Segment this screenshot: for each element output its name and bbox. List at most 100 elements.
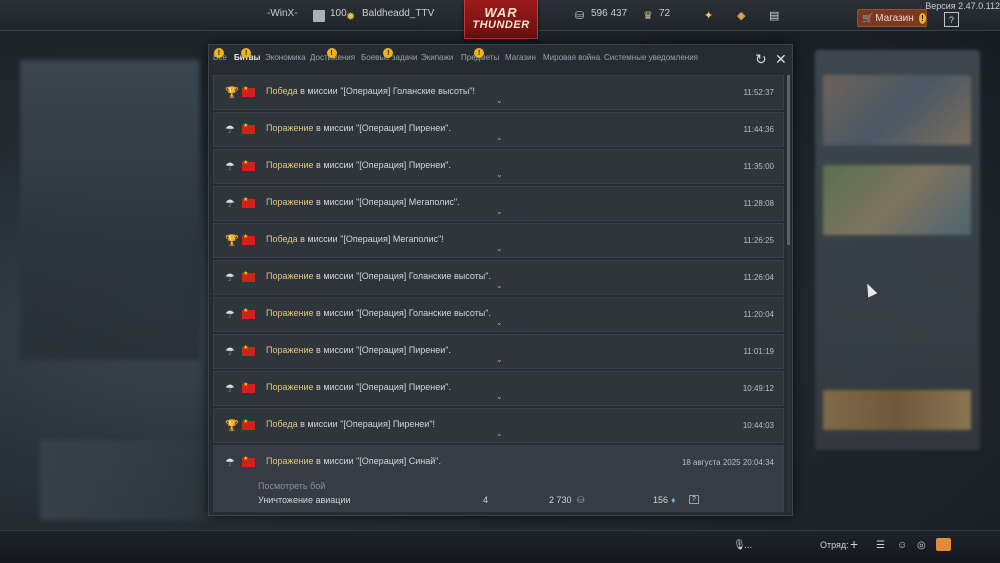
chat-icon[interactable]: ◎ [917,540,926,551]
help-button[interactable]: ? [944,12,959,27]
battle-time: 11:44:36 [743,125,774,134]
battle-result: Поражение [266,160,314,170]
mission-name: "[Операция] Голанские высоты". [356,308,491,318]
battle-message: Поражение в миссии "[Операция] Пиренеи". [266,345,451,355]
parachute-icon: ☂ [225,161,235,173]
mission-name: "[Операция] Мегаполис". [356,197,460,207]
battle-time: 11:26:04 [743,273,774,282]
chevron-down-icon[interactable]: ⌄ [496,244,503,253]
chevron-down-icon[interactable]: ⌄ [496,355,503,364]
contacts-icon[interactable]: ☺ [897,540,907,551]
stat-silver: 2 730 [549,495,572,505]
refresh-icon[interactable]: ↻ [755,51,767,68]
battle-message: Поражение в миссии "[Операция] Голанские… [266,271,491,281]
chevron-down-icon[interactable]: ⌄ [496,318,503,327]
battle-notification-row[interactable]: ☂ Поражение в миссии "[Операция] Пиренеи"… [213,112,784,147]
tab-3[interactable]: Достижения! [310,48,355,62]
trophy-icon: 🏆 [225,235,239,247]
tab-1[interactable]: Битвы! [234,48,260,62]
tab-6[interactable]: Предметы! [461,48,499,62]
bottom-bar: 🎙 ... Отряд: + ☰ ☺ ◎ [0,530,1000,563]
mission-name: "[Операция] Пиренеи". [356,123,451,133]
tab-8[interactable]: Мировая война [543,53,600,62]
lightbulb-icon[interactable]: ✦ [704,9,713,22]
stat-help-button[interactable]: ? [689,495,699,504]
china-flag-icon [242,159,255,171]
battle-time: 11:52:37 [743,88,774,97]
battle-notification-row[interactable]: 🏆 Победа в миссии "[Операция] Голанские в… [213,75,784,110]
tab-label: Мировая война [543,53,601,62]
tab-7[interactable]: Магазин [505,53,536,62]
chevron-down-icon[interactable]: ⌄ [496,392,503,401]
battle-time: 18 августа 2025 20:04:34 [681,458,774,467]
gold-balance: 72 [659,8,671,19]
battle-notification-row[interactable]: ☂ Поражение в миссии "[Операция] Пиренеи"… [213,149,784,184]
mission-name: "[Операция] Пиренеи". [356,382,451,392]
mission-word: в миссии [316,382,354,392]
war-thunder-logo[interactable]: WAR THUNDER [464,0,538,39]
mission-word: в миссии [316,160,354,170]
chevron-down-icon[interactable]: ⌄ [496,207,503,216]
battle-notification-row[interactable]: ☂ Поражение в миссии "[Операция] Пиренеи"… [213,371,784,406]
battle-notification-row[interactable]: ☂ Поражение в миссии "[Операция] Синай". 1… [213,445,784,512]
background-right-panel [815,50,980,450]
battle-result: Поражение [266,271,314,281]
scrollbar[interactable] [787,75,790,512]
tab-label: Магазин [505,53,536,62]
ticket-icon[interactable]: ▤ [769,9,779,22]
battle-notification-row[interactable]: ☂ Поражение в миссии "[Операция] Голански… [213,260,784,295]
battle-notification-row[interactable]: ☂ Поражение в миссии "[Операция] Пиренеи"… [213,334,784,369]
username[interactable]: Baldheadd_TTV [362,8,434,19]
battle-notification-row[interactable]: 🏆 Победа в миссии "[Операция] Мегаполис"!… [213,223,784,258]
tab-4[interactable]: Боевые задачи! [361,48,418,62]
mission-word: в миссии [300,86,338,96]
battle-result: Поражение [266,123,314,133]
stat-count: 4 [483,495,489,505]
tab-label: Экономика [265,53,306,62]
close-icon[interactable]: ✕ [775,51,787,68]
squad-label: Отряд: [820,540,849,550]
chevron-down-icon[interactable]: ⌄ [496,96,503,105]
parachute-icon: ☂ [225,198,235,210]
shop-button[interactable]: 🛒 Магазин ! [857,9,927,27]
trophy-icon: 🏆 [225,87,239,99]
tab-9[interactable]: Системные уведомления [604,53,698,62]
add-squad-member-icon[interactable]: + [850,536,858,552]
battle-result: Победа [266,419,298,429]
battle-notification-row[interactable]: 🏆 Победа в миссии "[Операция] Пиренеи"! 10… [213,408,784,443]
battle-notification-row[interactable]: ☂ Поражение в миссии "[Операция] Мегаполи… [213,186,784,221]
chevron-down-icon[interactable]: ⌄ [496,429,503,438]
list-icon[interactable]: ☰ [876,540,885,551]
china-flag-icon [242,233,255,245]
notification-tabs: Все! Битвы! Экономика Достижения! Боевые зад… [209,45,792,71]
battle-message: Поражение в миссии "[Операция] Синай". [266,456,441,466]
player-level: 100 [330,8,347,19]
tab-label: Системные уведомления [604,53,698,62]
silver-balance: 596 437 [591,8,628,19]
mission-word: в миссии [316,456,354,466]
china-flag-icon [242,381,255,393]
battle-message: Поражение в миссии "[Операция] Пиренеи". [266,382,451,392]
tab-2[interactable]: Экономика [265,53,306,62]
battle-message: Поражение в миссии "[Операция] Мегаполис… [266,197,460,207]
tab-0[interactable]: Все! [213,48,227,62]
chest-icon[interactable]: ◆ [737,9,745,22]
silver-icon: ⛁ [577,495,585,505]
parachute-icon: ☂ [225,272,235,284]
battle-notification-row[interactable]: ☂ Поражение в миссии "[Операция] Голански… [213,297,784,332]
stat-row: Уничтожение авиации 4 2 730 ⛁ 156 ♦? [258,495,699,505]
chevron-down-icon[interactable]: ⌄ [496,133,503,142]
clan-tag: -WinX- [267,8,298,19]
china-flag-icon [242,122,255,134]
scrollbar-thumb[interactable] [787,75,790,245]
mail-icon[interactable] [936,538,951,551]
chevron-down-icon[interactable]: ⌄ [496,170,503,179]
view-battle-link[interactable]: Посмотреть бой [258,481,325,491]
mission-word: в миссии [316,123,354,133]
avatar[interactable] [313,10,325,22]
china-flag-icon [242,270,255,282]
battle-time: 11:26:25 [743,236,774,245]
mission-word: в миссии [300,234,338,244]
chevron-down-icon[interactable]: ⌄ [496,281,503,290]
tab-5[interactable]: Экипажи [421,53,453,62]
